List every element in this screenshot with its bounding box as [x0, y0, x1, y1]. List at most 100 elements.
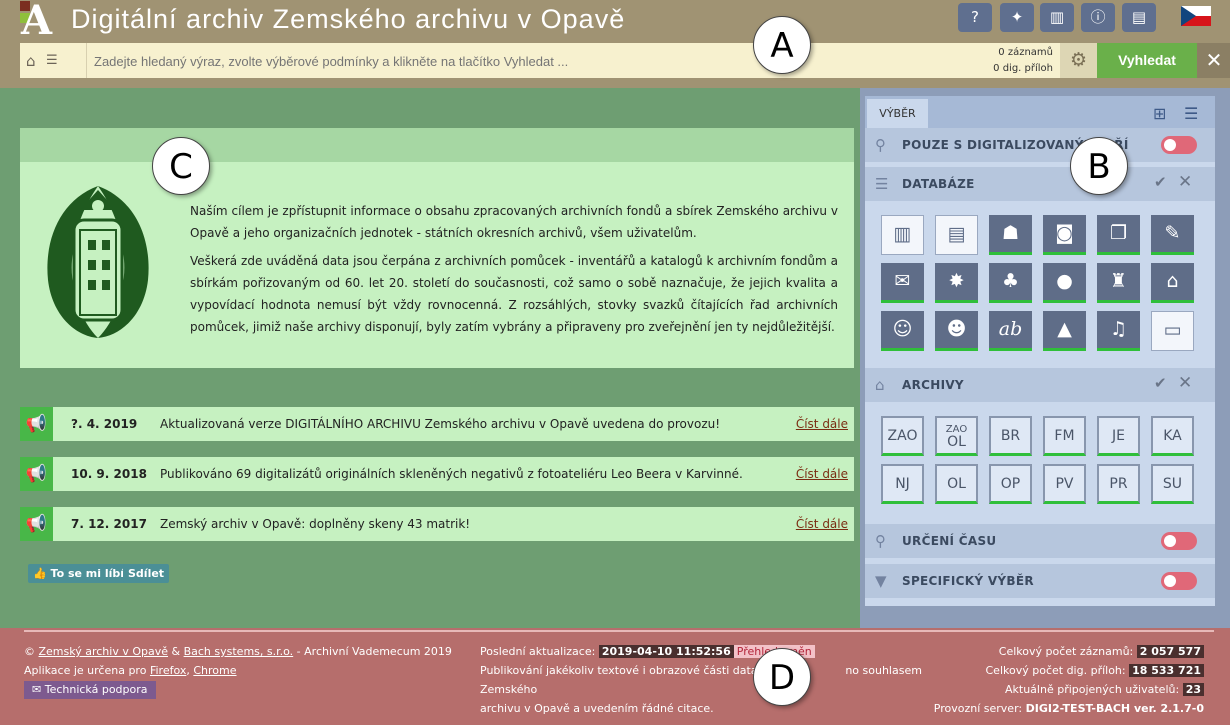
specific-selection-toggle[interactable] — [1161, 572, 1197, 590]
house-icon: ⌂ — [1166, 270, 1179, 292]
megaphone-icon: 📢 — [20, 457, 53, 491]
statistics-button[interactable]: ▥ — [1040, 3, 1074, 32]
databases-section-header[interactable]: ☰ DATABÁZE ✔ ✕ — [865, 167, 1215, 201]
grid-view-icon[interactable]: ⊞ — [1153, 104, 1166, 123]
archive-code: PV — [1055, 476, 1074, 492]
firefox-link[interactable]: Firefox — [150, 664, 186, 677]
news-date: 7. 12. 2017 — [71, 517, 147, 531]
select-all-check-icon[interactable]: ✔ — [1154, 173, 1167, 191]
feather-icon: ✎ — [1164, 222, 1181, 244]
archive-button[interactable]: ZAO — [881, 416, 924, 456]
bach-link[interactable]: Bach systems, s.r.o. — [184, 645, 294, 658]
copyright-suffix: - Archivní Vademecum 2019 — [296, 645, 452, 658]
browsers-prefix: Aplikace je určena pro — [24, 664, 147, 677]
home-icon[interactable]: ⌂ — [26, 52, 36, 70]
last-update-label: Poslední aktualizace: — [480, 645, 596, 658]
house-database-button[interactable]: ⌂ — [1151, 263, 1194, 303]
result-counts: 0 záznamů 0 dig. příloh — [975, 45, 1053, 77]
read-more-link[interactable]: Číst dále — [796, 417, 848, 431]
help-button[interactable]: ? — [958, 3, 992, 32]
camera-database-button[interactable]: ◙ — [1043, 215, 1086, 255]
person-reader-database-button[interactable]: ☗ — [989, 215, 1032, 255]
close-icon: ✕ — [1205, 48, 1223, 72]
time-toggle[interactable] — [1161, 532, 1197, 550]
logo-letter: A — [21, 0, 53, 44]
archive-code: OP — [1000, 476, 1021, 492]
thumbs-up-icon: 👍 — [33, 567, 51, 580]
intro-paragraph-1: Naším cílem je zpřístupnit informace o o… — [190, 204, 838, 240]
news-item: 📢 10. 9. 2018 Publikováno 69 digitalizát… — [20, 457, 854, 491]
archive-button[interactable]: FM — [1043, 416, 1086, 456]
film-icon: ♫ — [1109, 318, 1128, 340]
portrait-database-button[interactable]: ☺ — [881, 311, 924, 351]
megaphone-icon: 📢 — [20, 507, 53, 541]
stamp-database-button[interactable]: ♜ — [1097, 263, 1140, 303]
archive-code-bottom: OL — [947, 434, 966, 450]
scroll-icon: ✉ — [894, 270, 911, 292]
archive-fonds-database-button[interactable]: ▥ — [881, 215, 924, 255]
total-records-label: Celkový počet záznamů: — [998, 645, 1134, 658]
archive-button[interactable]: PV — [1043, 464, 1086, 504]
search-input[interactable] — [94, 49, 974, 73]
app-title: Digitální archiv Zemského archivu v Opav… — [71, 4, 626, 34]
zao-link[interactable]: Zemský archiv v Opavě — [39, 645, 169, 658]
records-count: 0 záznamů — [998, 47, 1053, 58]
deselect-all-close-icon[interactable]: ✕ — [1178, 373, 1192, 393]
archive-code: FM — [1054, 428, 1075, 444]
print-button[interactable]: ▤ — [1122, 3, 1156, 32]
scroll-database-button[interactable]: ✉ — [881, 263, 924, 303]
magic-wand-button[interactable]: ✦ — [1000, 3, 1034, 32]
archive-button[interactable]: OP — [989, 464, 1032, 504]
search-button[interactable]: Vyhledat — [1097, 43, 1197, 78]
facebook-share-button[interactable]: Sdílet — [123, 564, 170, 583]
archives-section-header[interactable]: ⌂ ARCHIVY ✔ ✕ — [865, 368, 1215, 402]
news-text: Aktualizovaná verze DIGITÁLNÍHO ARCHIVU … — [160, 417, 721, 431]
stamp-icon: ♜ — [1109, 270, 1128, 292]
footer-left: © Zemský archiv v Opavě & Bach systems, … — [24, 642, 452, 680]
documents-database-button[interactable]: ❐ — [1097, 215, 1140, 255]
archive-button[interactable]: ZAO OL — [935, 416, 978, 456]
list-view-icon[interactable]: ☰ — [1184, 104, 1198, 123]
documents-icon: ❐ — [1109, 222, 1128, 244]
book-database-button[interactable]: ▭ — [1151, 311, 1194, 351]
read-more-link[interactable]: Číst dále — [796, 517, 848, 531]
select-all-check-icon[interactable]: ✔ — [1154, 374, 1167, 392]
copyright-symbol: © — [24, 645, 35, 658]
book-icon: ▭ — [1163, 319, 1182, 341]
archive-button[interactable]: JE — [1097, 416, 1140, 456]
czech-flag-icon[interactable] — [1181, 6, 1211, 26]
intro-text: Naším cílem je zpřístupnit informace o o… — [190, 200, 838, 344]
tab-vyber[interactable]: VÝBĚR — [867, 99, 928, 128]
facebook-like-button[interactable]: 👍 To se mi líbí — [28, 564, 130, 583]
tech-support-button[interactable]: ✉ Technická podpora — [24, 681, 156, 699]
feather-database-button[interactable]: ✎ — [1151, 215, 1194, 255]
digitized-only-toggle[interactable] — [1161, 136, 1197, 154]
star-database-button[interactable]: ✸ — [935, 263, 978, 303]
archive-button[interactable]: NJ — [881, 464, 924, 504]
archive-button[interactable]: OL — [935, 464, 978, 504]
people-database-button[interactable]: ☻ — [935, 311, 978, 351]
seal-database-button[interactable]: ● — [1043, 263, 1086, 303]
archive-code: SU — [1162, 476, 1183, 492]
paperclip-icon: ⚲ — [875, 136, 886, 154]
handwriting-database-button[interactable]: ab — [989, 311, 1032, 351]
tree-database-button[interactable]: ♣ — [989, 263, 1032, 303]
inventory-database-button[interactable]: ▤ — [935, 215, 978, 255]
archive-button[interactable]: BR — [989, 416, 1032, 456]
map-database-button[interactable]: ▲ — [1043, 311, 1086, 351]
marker-c: C — [152, 137, 210, 195]
archive-button[interactable]: KA — [1151, 416, 1194, 456]
film-database-button[interactable]: ♫ — [1097, 311, 1140, 351]
clear-search-button[interactable]: ✕ — [1197, 43, 1230, 78]
archive-button[interactable]: PR — [1097, 464, 1140, 504]
server-value: DIGI2-TEST-BACH ver. 2.1.7-0 — [1025, 702, 1204, 715]
settings-button[interactable]: ⚙ — [1060, 43, 1097, 78]
people-icon: ☻ — [946, 318, 967, 340]
info-button[interactable]: ⓘ — [1081, 3, 1115, 32]
deselect-all-close-icon[interactable]: ✕ — [1178, 172, 1192, 192]
archive-button[interactable]: SU — [1151, 464, 1194, 504]
chrome-link[interactable]: Chrome — [193, 664, 236, 677]
database-icon[interactable]: ☰ — [46, 53, 58, 68]
app-logo[interactable]: A — [20, 0, 60, 44]
read-more-link[interactable]: Číst dále — [796, 467, 848, 481]
